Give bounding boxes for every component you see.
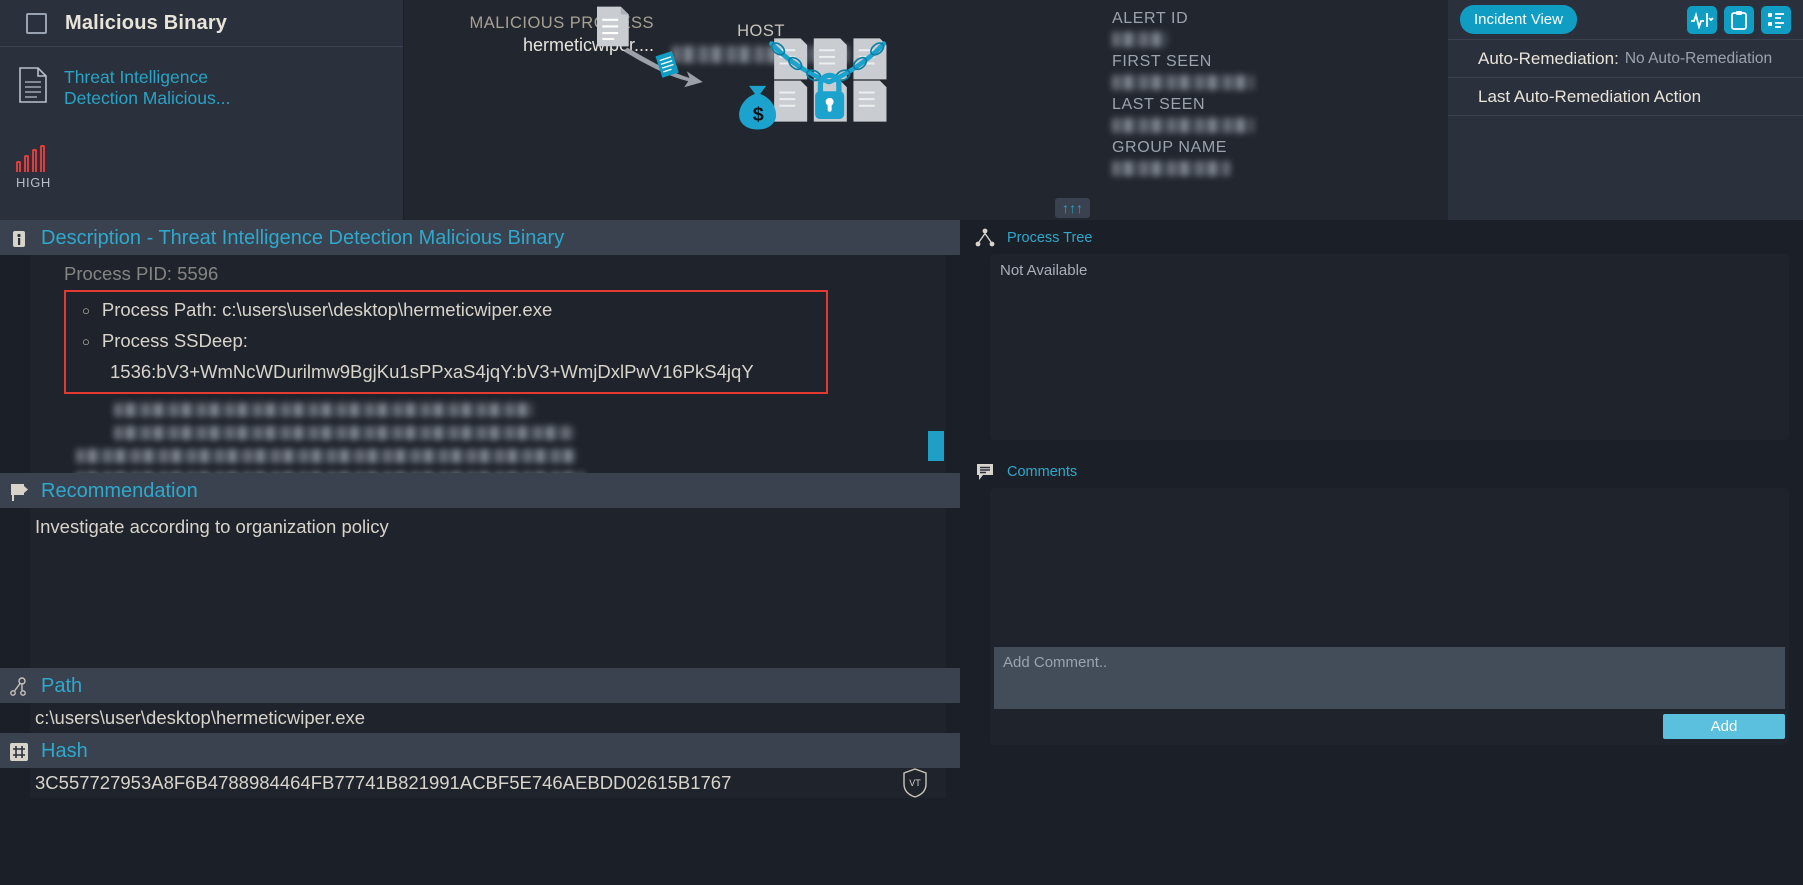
hash-title: Hash xyxy=(41,740,88,762)
last-seen-value-redacted xyxy=(1112,118,1254,133)
hash-icon xyxy=(8,741,30,763)
hash-value: 3C557727953A8F6B4788984464FB77741B821991… xyxy=(35,772,732,793)
auto-remediation-value: No Auto-Remediation xyxy=(1624,49,1773,67)
activity-pulse-dropdown-icon[interactable] xyxy=(1687,5,1717,34)
ssdeep-value: 1536:bV3+WmNcWDurilmw9BgjKu1sPPxaS4jqY:b… xyxy=(110,361,754,382)
process-tree-body: Not Available xyxy=(990,254,1789,440)
svg-text:VT: VT xyxy=(909,778,921,788)
list-item: ○ Process Path: c:\users\user\desktop\he… xyxy=(66,295,826,326)
path-value: c:\users\user\desktop\hermeticwiper.exe xyxy=(30,703,946,733)
path-title: Path xyxy=(41,675,83,697)
description-title: Description - Threat Intelligence Detect… xyxy=(41,227,565,249)
comments-icon xyxy=(974,461,996,483)
redacted-line xyxy=(114,403,534,417)
document-icon xyxy=(18,67,48,103)
money-bag-icon: $ xyxy=(739,85,777,130)
description-header: Description - Threat Intelligence Detect… xyxy=(0,220,960,255)
process-tree-icon xyxy=(974,227,996,249)
hash-header: Hash xyxy=(0,733,960,768)
main-content: Description - Threat Intelligence Detect… xyxy=(0,220,1803,885)
comments-body: Add Comment.. Add xyxy=(990,488,1789,745)
page-title: Malicious Binary xyxy=(65,11,228,34)
virustotal-shield-icon[interactable]: VT xyxy=(902,768,928,798)
hash-value-row: 3C557727953A8F6B4788984464FB77741B821991… xyxy=(30,768,946,798)
last-seen-label: LAST SEEN xyxy=(1112,96,1206,113)
group-name-value-redacted xyxy=(1112,161,1230,176)
top-bar: Malicious Binary Threat Intelligence Det… xyxy=(0,0,1803,220)
attack-graphic: MALICIOUS PROCESS hermeticwiper.... HOST xyxy=(404,0,1098,220)
description-clipped-line: Process PID: 5596 xyxy=(64,263,219,284)
rule-row: Threat Intelligence Detection Malicious.… xyxy=(0,61,403,109)
redacted-line xyxy=(76,472,584,473)
description-body: Process PID: 5596 ○ Process Path: c:\use… xyxy=(30,255,946,473)
comments-list xyxy=(994,492,1785,647)
scrollbar-thumb[interactable] xyxy=(928,431,944,461)
view-toggle-row: Incident View xyxy=(1448,0,1803,40)
incident-view-button[interactable]: Incident View xyxy=(1460,5,1577,34)
alert-id-label: ALERT ID xyxy=(1112,10,1189,27)
first-seen-value-redacted xyxy=(1112,75,1254,90)
comment-input[interactable]: Add Comment.. xyxy=(994,647,1785,709)
info-icon xyxy=(8,228,30,250)
list-details-icon[interactable] xyxy=(1761,5,1791,34)
alert-summary-panel: Malicious Binary Threat Intelligence Det… xyxy=(0,0,404,220)
alert-metadata-panel: ALERT ID FIRST SEEN LAST SEEN GROUP NAME xyxy=(1098,0,1448,220)
process-tree-title: Process Tree xyxy=(1007,230,1093,246)
alert-id-value-redacted xyxy=(1112,32,1168,47)
rule-name-link[interactable]: Threat Intelligence Detection Malicious.… xyxy=(64,67,274,109)
bullet-marker: ○ xyxy=(82,303,90,318)
recommendation-text: Investigate according to organization po… xyxy=(35,516,389,537)
clipboard-icon[interactable] xyxy=(1724,5,1754,34)
list-item: ○ Process SSDeep: xyxy=(66,326,826,357)
severity-indicator: HIGH xyxy=(16,145,51,190)
bullet-marker: ○ xyxy=(82,334,90,349)
severity-label: HIGH xyxy=(16,175,51,190)
highlighted-findings: ○ Process Path: c:\users\user\desktop\he… xyxy=(64,290,828,394)
source-file-icon xyxy=(596,6,629,47)
auto-remediation-label: Auto-Remediation: xyxy=(1478,48,1619,68)
group-name-label: GROUP NAME xyxy=(1112,139,1228,156)
first-seen-label: FIRST SEEN xyxy=(1112,53,1212,70)
actions-panel: Incident View Auto-Remediation: No Auto-… xyxy=(1448,0,1803,220)
ransomware-illustration: $ xyxy=(596,6,887,130)
recommendation-header: Recommendation xyxy=(0,473,960,508)
details-column: Description - Threat Intelligence Detect… xyxy=(0,220,960,885)
auto-remediation-row: Auto-Remediation: No Auto-Remediation xyxy=(1448,40,1803,78)
severity-bars-icon xyxy=(16,145,45,172)
redacted-line xyxy=(114,426,574,440)
path-node-icon xyxy=(8,676,30,698)
triple-up-arrow-icon[interactable]: ↑↑↑ xyxy=(1055,198,1090,218)
last-auto-remediation-row[interactable]: Last Auto-Remediation Action xyxy=(1448,78,1803,116)
recommendation-title: Recommendation xyxy=(41,480,198,502)
side-column: Process Tree Not Available Comments Add … xyxy=(960,220,1803,885)
recommendation-flag-icon xyxy=(8,481,30,503)
process-path-text: Process Path: c:\users\user\desktop\herm… xyxy=(101,299,553,320)
alert-title-row: Malicious Binary xyxy=(0,0,403,47)
process-ssdeep-text: Process SSDeep: xyxy=(101,330,248,351)
incident-detail-page: Malicious Binary Threat Intelligence Det… xyxy=(0,0,1803,885)
comments-header: Comments xyxy=(960,454,1789,488)
recommendation-body: Investigate according to organization po… xyxy=(30,508,946,668)
checkbox-icon[interactable] xyxy=(26,12,47,34)
comments-title: Comments xyxy=(1007,464,1078,480)
redacted-line xyxy=(76,449,576,463)
svg-text:$: $ xyxy=(753,103,764,125)
path-header: Path xyxy=(0,668,960,703)
process-tree-header: Process Tree xyxy=(960,220,1789,254)
add-comment-button[interactable]: Add xyxy=(1663,714,1785,739)
